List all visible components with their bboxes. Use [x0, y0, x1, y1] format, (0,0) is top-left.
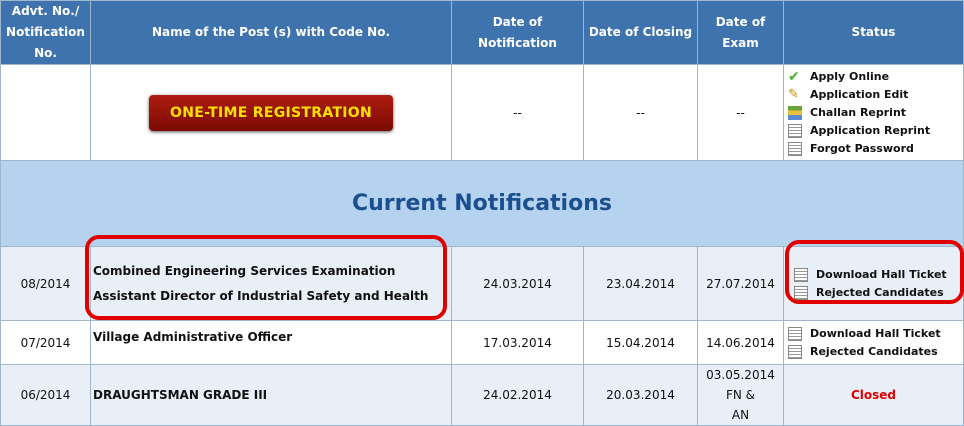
- date-closing: 20.03.2014: [583, 364, 698, 426]
- download-hall-ticket-link[interactable]: Download Hall Ticket: [788, 325, 963, 343]
- date-exam: 14.06.2014: [697, 320, 784, 365]
- table-row: 07/2014 Village Administrative Officer 1…: [0, 320, 964, 365]
- date-exam-line2: AN: [731, 408, 750, 422]
- otr-date-notification: --: [451, 64, 584, 161]
- otr-name-cell: ONE-TIME REGISTRATION: [90, 64, 452, 161]
- challan-reprint-link[interactable]: Challan Reprint: [788, 104, 963, 122]
- header-post-name: Name of the Post (s) with Code No.: [90, 0, 452, 65]
- date-exam-line1: 03.05.2014 FN &: [706, 368, 775, 402]
- post-name[interactable]: Village Administrative Officer: [93, 329, 451, 345]
- download-hall-ticket-label: Download Hall Ticket: [810, 327, 941, 340]
- status-cell: Closed: [783, 364, 964, 426]
- notepad-icon: [788, 344, 802, 359]
- pencil-icon: ✎: [788, 86, 799, 102]
- challan-icon: [788, 105, 802, 120]
- otr-date-exam: --: [697, 64, 784, 161]
- forgot-password-label: Forgot Password: [810, 142, 914, 155]
- application-edit-label: Application Edit: [810, 88, 909, 101]
- date-closing: 23.04.2014: [583, 246, 698, 321]
- notifications-page: Advt. No./ Notification No. Name of the …: [0, 0, 964, 426]
- date-notification: 24.02.2014: [451, 364, 584, 426]
- post-name-cell: DRAUGHTSMAN GRADE III: [90, 364, 452, 426]
- highlight-box-status: [785, 240, 964, 304]
- header-advt-line1: Advt. No./: [11, 4, 80, 18]
- rejected-candidates-label: Rejected Candidates: [810, 345, 938, 358]
- highlight-box-posts: [85, 235, 447, 320]
- header-status: Status: [783, 0, 964, 65]
- table-row-otr: ONE-TIME REGISTRATION -- -- -- ✔ Apply O…: [0, 64, 964, 161]
- date-notification: 24.03.2014: [451, 246, 584, 321]
- date-notification: 17.03.2014: [451, 320, 584, 365]
- apply-online-label: Apply Online: [810, 70, 890, 83]
- header-advt-line2: Notification No.: [6, 25, 85, 60]
- status-badge: Closed: [850, 388, 897, 402]
- date-closing: 15.04.2014: [583, 320, 698, 365]
- header-date-exam: Date of Exam: [697, 0, 784, 65]
- post-name-cell: Village Administrative Officer: [90, 320, 452, 365]
- advt-no: 08/2014: [0, 246, 91, 321]
- application-reprint-link[interactable]: Application Reprint: [788, 122, 963, 140]
- challan-reprint-label: Challan Reprint: [810, 106, 907, 119]
- application-edit-link[interactable]: ✎ Application Edit: [788, 86, 963, 104]
- status-cell: Download Hall Ticket Rejected Candidates: [783, 320, 964, 365]
- notifications-table: Advt. No./ Notification No. Name of the …: [0, 0, 964, 426]
- application-reprint-label: Application Reprint: [810, 124, 931, 137]
- apply-online-link[interactable]: ✔ Apply Online: [788, 68, 963, 86]
- section-row: Current Notifications: [0, 160, 964, 247]
- section-title: Current Notifications: [0, 160, 964, 247]
- post-name[interactable]: DRAUGHTSMAN GRADE III: [93, 383, 451, 408]
- header-advt-no: Advt. No./ Notification No.: [0, 0, 91, 65]
- rejected-candidates-link[interactable]: Rejected Candidates: [788, 343, 963, 361]
- table-header-row: Advt. No./ Notification No. Name of the …: [0, 0, 964, 65]
- notepad-icon: [788, 123, 802, 138]
- advt-no: 07/2014: [0, 320, 91, 365]
- otr-advt-cell: [0, 64, 91, 161]
- table-row: 06/2014 DRAUGHTSMAN GRADE III 24.02.2014…: [0, 364, 964, 426]
- date-exam: 27.07.2014: [697, 246, 784, 321]
- forgot-password-link[interactable]: Forgot Password: [788, 140, 963, 158]
- header-date-notification: Date of Notification: [451, 0, 584, 65]
- notepad-icon: [788, 326, 802, 341]
- otr-links: ✔ Apply Online ✎ Application Edit Challa…: [784, 68, 963, 158]
- otr-date-closing: --: [583, 64, 698, 161]
- one-time-registration-button[interactable]: ONE-TIME REGISTRATION: [149, 94, 393, 131]
- notepad-icon: [788, 141, 802, 156]
- otr-status-cell: ✔ Apply Online ✎ Application Edit Challa…: [783, 64, 964, 161]
- check-icon: ✔: [788, 68, 800, 85]
- date-exam: 03.05.2014 FN & AN: [697, 364, 784, 426]
- header-date-closing: Date of Closing: [583, 0, 698, 65]
- advt-no: 06/2014: [0, 364, 91, 426]
- status-links: Download Hall Ticket Rejected Candidates: [784, 325, 963, 361]
